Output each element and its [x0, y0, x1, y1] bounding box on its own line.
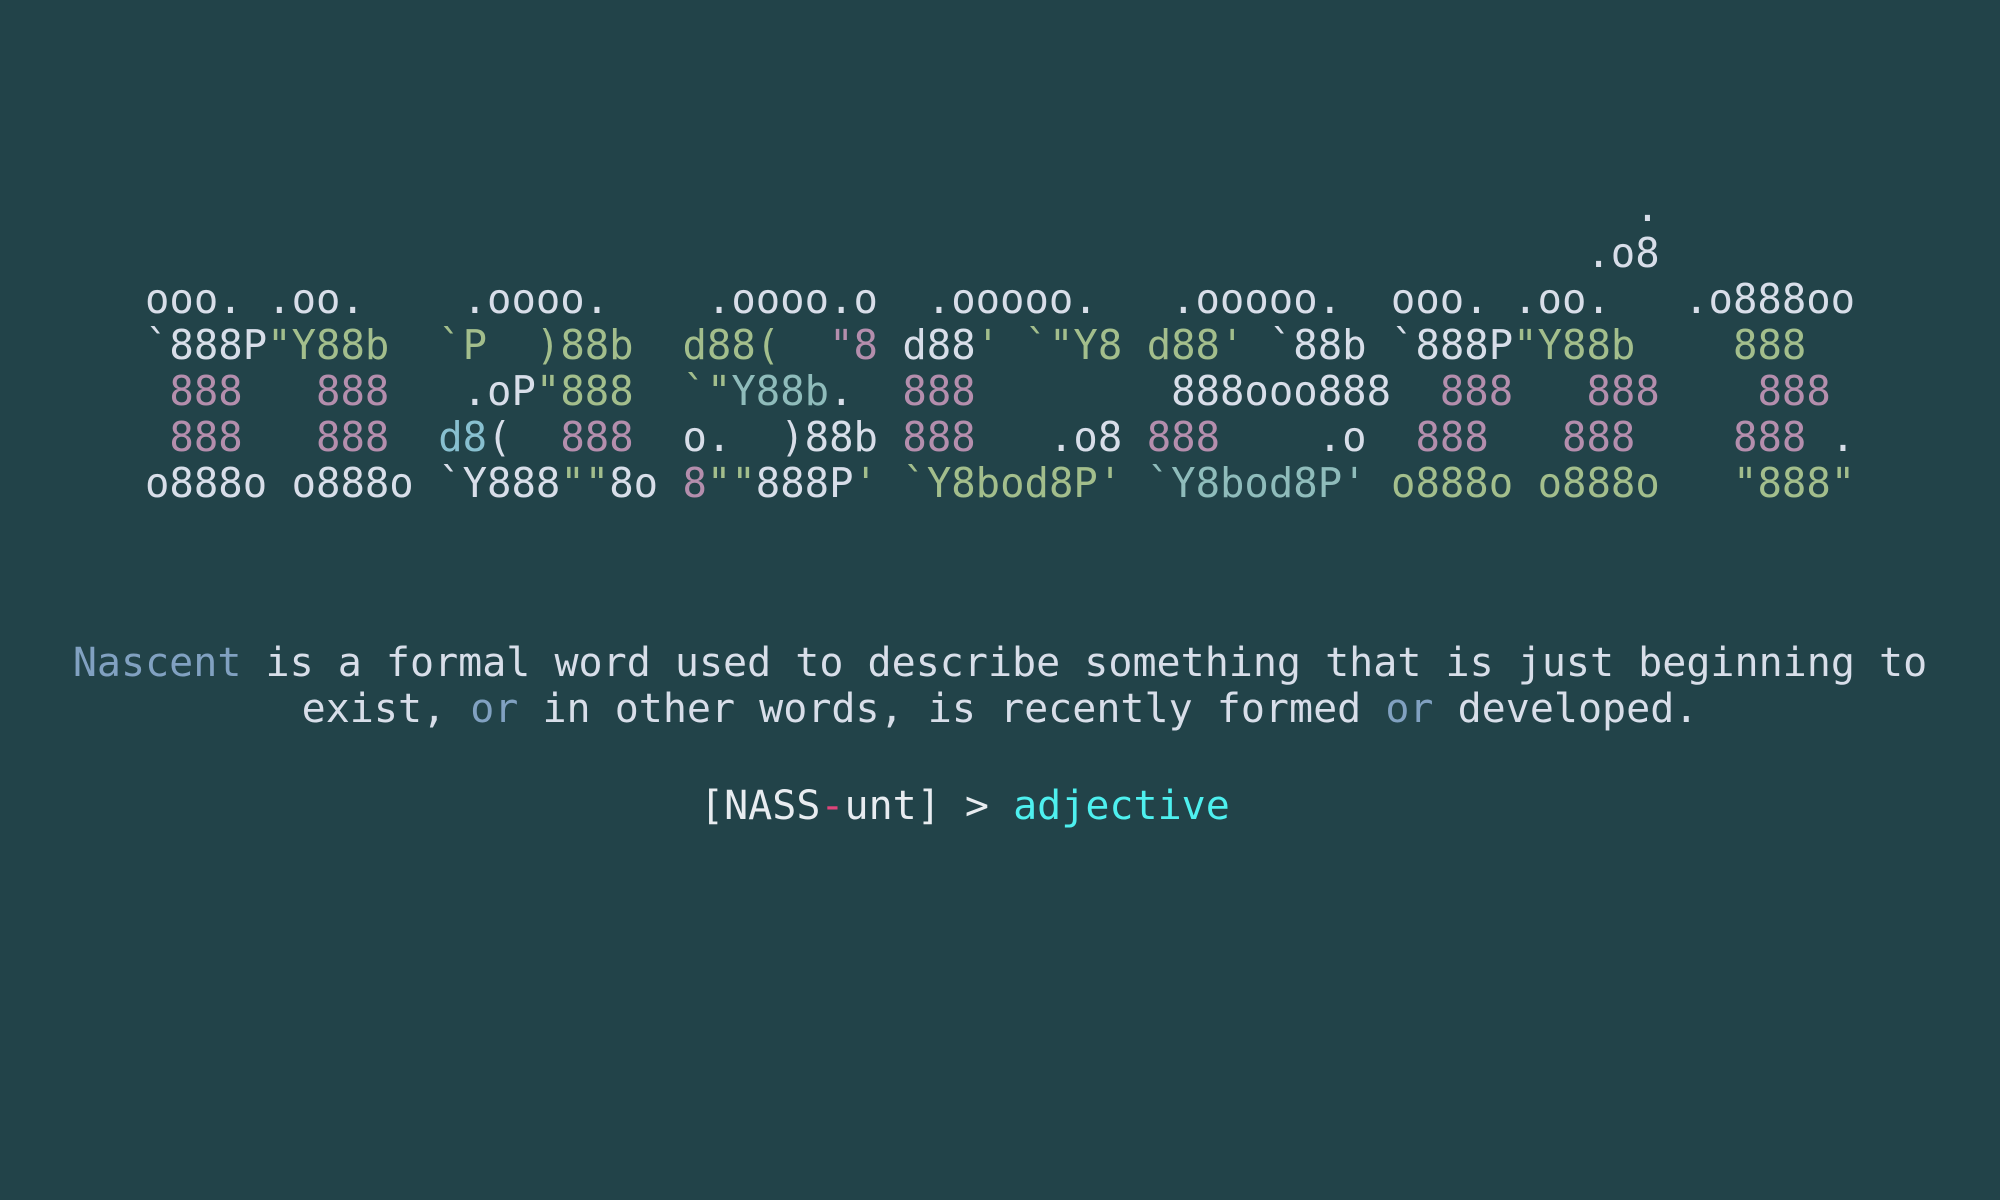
part-of-speech: adjective	[1013, 783, 1230, 829]
text-segment: `888P	[145, 321, 268, 369]
text-segment: or	[470, 686, 519, 732]
text-segment: 888 888	[145, 413, 390, 461]
text-segment: in other words, is recently formed	[518, 686, 1386, 732]
text-segment: ""	[706, 459, 756, 507]
ascii-line: .	[145, 184, 1855, 230]
text-segment: .	[1806, 413, 1856, 461]
ascii-line: 888 888 .oP"888 `"Y88b. 888 888ooo888 88…	[145, 368, 1855, 414]
text-segment: .	[145, 183, 1660, 231]
text-segment: 888ooo888	[975, 367, 1440, 415]
text-segment: "8	[829, 321, 878, 369]
text-segment: "Y88b `P )88b d88(	[267, 321, 830, 369]
text-segment: 8o	[609, 459, 683, 507]
text-segment: o888o o888o `Y888	[145, 459, 561, 507]
text-segment: .o8	[975, 413, 1147, 461]
text-segment: d88	[877, 321, 976, 369]
text-segment: 888 888 888	[1439, 367, 1831, 415]
text-segment: developed.	[1433, 686, 1699, 732]
definition-line: Nascent is a formal word used to describ…	[0, 640, 2000, 686]
ascii-line: 888 888 d8( 888 o. )88b 888 .o8 888 .o 8…	[145, 414, 1855, 460]
text-segment: or	[1385, 686, 1434, 732]
text-segment: "Y88b 888	[1513, 321, 1807, 369]
text-segment: .o8	[145, 229, 1660, 277]
text-segment: ooo. .oo. .oooo. .oooo.o .ooooo. .ooooo.…	[145, 275, 1856, 323]
text-segment: 888	[902, 367, 976, 415]
pronunciation-open: [NASS	[700, 783, 821, 829]
text-segment: 888 888	[145, 367, 390, 415]
text-segment: o. )88b	[633, 413, 903, 461]
text-segment: ""	[560, 459, 610, 507]
pronunciation-close: unt] >	[844, 783, 1014, 829]
text-segment: 8	[682, 459, 707, 507]
text-segment: `Y8bod8P'	[1146, 459, 1392, 507]
ascii-line: o888o o888o `Y888""8o 8""888P' `Y8bod8P'…	[145, 460, 1855, 506]
ascii-art-banner: . .o8 ooo. .oo. .oooo. .oooo.o .ooooo. .o…	[145, 184, 1855, 506]
text-segment: `"	[682, 367, 732, 415]
text-segment: 888	[902, 413, 976, 461]
text-segment: 888 888 888	[1415, 413, 1807, 461]
text-segment: .	[829, 367, 903, 415]
text-segment: `88b `888P	[1268, 321, 1514, 369]
text-segment: Nascent	[72, 640, 242, 686]
pronunciation-hyphen: -	[820, 783, 845, 829]
text-segment: .oP	[389, 367, 536, 415]
text-segment: 888	[1146, 413, 1220, 461]
ascii-line: .o8	[145, 230, 1855, 276]
text-segment: exist,	[301, 686, 471, 732]
pronunciation-line: [NASS-unt] > adjective	[700, 783, 1230, 829]
text-segment: d8	[438, 413, 488, 461]
text-segment: `"Y8 d88'	[1024, 321, 1269, 369]
text-segment: 888	[560, 413, 634, 461]
text-segment: is a formal word used to describe someth…	[241, 640, 1928, 686]
text-segment: Y88b	[731, 367, 830, 415]
text-segment: (	[487, 413, 561, 461]
ascii-line: ooo. .oo. .oooo. .oooo.o .ooooo. .ooooo.…	[145, 276, 1855, 322]
text-segment	[389, 413, 438, 461]
word-definition: Nascent is a formal word used to describ…	[0, 640, 2000, 732]
ascii-line: `888P"Y88b `P )88b d88( "8 d88' `"Y8 d88…	[145, 322, 1855, 368]
text-segment: ' `Y8bod8P'	[853, 459, 1147, 507]
text-segment: "888	[535, 367, 683, 415]
text-segment: o888o o888o "888"	[1391, 459, 1856, 507]
text-segment: 888P	[755, 459, 854, 507]
definition-line: exist, or in other words, is recently fo…	[0, 686, 2000, 732]
text-segment: '	[975, 321, 1025, 369]
text-segment: .o	[1220, 413, 1416, 461]
